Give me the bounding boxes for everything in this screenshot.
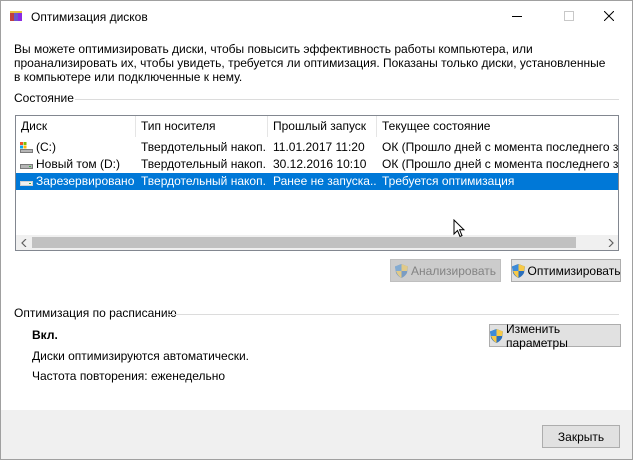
scroll-right-button[interactable] [603, 235, 618, 250]
drive-icon [20, 181, 33, 186]
close-icon [604, 11, 614, 21]
close-window-button[interactable] [586, 1, 632, 31]
drive-row-reserved[interactable]: Зарезервировано ... Твердотельный накоп.… [16, 173, 618, 190]
schedule-status: Вкл. [32, 328, 58, 342]
minimize-icon [512, 16, 522, 17]
maximize-icon [564, 11, 574, 21]
drive-name: Зарезервировано ... [36, 174, 136, 188]
column-header-last-run[interactable]: Прошлый запуск [268, 116, 377, 137]
scrollbar-thumb[interactable] [32, 237, 576, 248]
chevron-right-icon [608, 238, 614, 247]
drives-list-header: Диск Тип носителя Прошлый запуск Текущее… [16, 116, 618, 137]
analyze-button-label: Анализировать [411, 263, 496, 278]
drive-last-run: 11.01.2017 11:20 [273, 140, 365, 154]
drives-list[interactable]: Диск Тип носителя Прошлый запуск Текущее… [15, 115, 619, 251]
system-drive-icon [20, 142, 33, 153]
drive-last-run: 30.12.2016 10:10 [273, 157, 367, 171]
column-header-media-type[interactable]: Тип носителя [136, 116, 267, 137]
schedule-section-label: Оптимизация по расписанию [14, 306, 177, 320]
uac-shield-icon [490, 328, 503, 343]
optimize-button[interactable]: Оптимизировать [511, 259, 621, 282]
schedule-auto-text: Диски оптимизируются автоматически. [32, 349, 250, 363]
optimize-button-label: Оптимизировать [527, 263, 621, 278]
drive-last-run: Ранее не запуска... [273, 174, 377, 188]
drive-status: ОК (Прошло дней с момента последнего зап… [382, 157, 618, 171]
status-section-label: Состояние [14, 91, 74, 105]
column-header-disk[interactable]: Диск [16, 116, 136, 137]
uac-shield-icon [395, 263, 409, 278]
description-text: Вы можете оптимизировать диски, чтобы по… [14, 42, 606, 84]
drive-status: Требуется оптимизация [382, 174, 515, 188]
disk-optimization-window: Оптимизация дисков Вы можете оптимизиров… [0, 0, 633, 460]
drive-row-d[interactable]: Новый том (D:) Твердотельный накоп... 30… [16, 156, 618, 173]
drive-icon [20, 164, 33, 169]
change-settings-button-label: Изменить параметры [506, 321, 568, 350]
dialog-footer: Закрыть [1, 410, 632, 459]
horizontal-scrollbar[interactable] [16, 235, 618, 250]
drive-media-type: Твердотельный накоп... [141, 157, 267, 171]
change-settings-button[interactable]: Изменить параметры [489, 321, 621, 350]
drive-row-c[interactable]: (C:) Твердотельный накоп... 11.01.2017 1… [16, 139, 618, 156]
close-button-label: Закрыть [557, 429, 605, 444]
minimize-button[interactable] [494, 1, 540, 31]
scroll-left-button[interactable] [16, 235, 31, 250]
drive-media-type: Твердотельный накоп... [141, 174, 267, 188]
mouse-cursor-icon [453, 219, 465, 238]
drive-name: (C:) [36, 140, 56, 154]
column-header-current-status[interactable]: Текущее состояние [377, 116, 617, 137]
drive-status: ОК (Прошло дней с момента последнего зап… [382, 140, 618, 154]
schedule-frequency: Частота повторения: еженедельно [32, 369, 226, 383]
title-bar[interactable]: Оптимизация дисков [1, 1, 632, 31]
drive-media-type: Твердотельный накоп... [141, 140, 267, 154]
schedule-section-divider [167, 314, 619, 315]
analyze-button[interactable]: Анализировать [390, 259, 501, 282]
status-section-divider [75, 99, 619, 100]
close-button[interactable]: Закрыть [542, 425, 620, 448]
uac-shield-icon [511, 263, 525, 278]
drive-name: Новый том (D:) [36, 157, 120, 171]
chevron-left-icon [20, 238, 26, 247]
window-title: Оптимизация дисков [31, 10, 148, 24]
defrag-app-icon [10, 11, 22, 21]
